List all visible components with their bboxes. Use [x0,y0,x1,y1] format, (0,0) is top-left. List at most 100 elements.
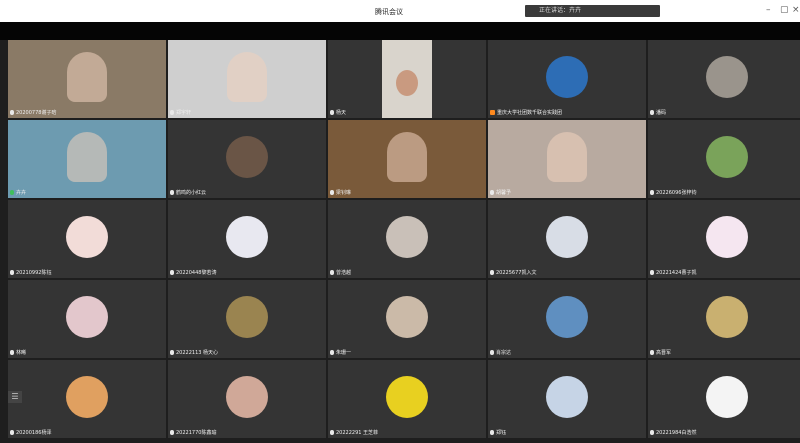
mic-icon [650,350,654,355]
participant-name-label: 朱珊一 [330,349,351,356]
minimize-button[interactable]: – [766,6,771,15]
mic-icon [170,350,174,355]
participant-name: 20221424曹子凯 [656,270,697,276]
participant-name: 20221770陈鑫瑜 [176,430,217,436]
mic-icon [490,190,494,195]
participant-name-label: 杨天 [330,109,346,116]
close-button[interactable]: × [792,6,800,15]
avatar [66,216,108,258]
participant-tile[interactable]: 朱珊一 [328,280,486,358]
participant-name: 20221984白浩然 [656,430,697,436]
mic-icon [330,190,334,195]
raise-hand-icon [490,110,495,115]
maximize-button[interactable]: ▢ [780,6,789,15]
mic-icon [490,270,494,275]
speaking-banner: 正在讲话：卉卉 [525,5,660,17]
mic-icon [170,270,174,275]
participant-name: 肖宗达 [496,350,512,356]
avatar [706,216,748,258]
participant-tile[interactable]: 20220448黎若涛 [168,200,326,278]
participant-name: 朱珊一 [336,350,352,356]
avatar [226,136,268,178]
participant-name: 高晋军 [656,350,672,356]
participant-tile[interactable]: 20200778谢子晗 [8,40,166,118]
participant-name: 郑钰 [496,430,507,436]
avatar [386,376,428,418]
participant-name-label: 20222291 王芝菲 [330,429,378,436]
participant-name: 鹤鸣的小红云 [176,190,207,196]
participant-tile[interactable]: 20222291 王芝菲 [328,360,486,438]
video-feed [382,40,432,118]
participant-tile[interactable]: 20221424曹子凯 [648,200,800,278]
title-bar: 腾讯会议 正在讲话：卉卉 – ▢ × [0,0,800,22]
participant-tile[interactable]: 梁钊琳 [328,120,486,198]
participant-tile[interactable]: 20226096张梓钧 [648,120,800,198]
avatar [226,216,268,258]
participant-tile[interactable]: 20210992陈钰 [8,200,166,278]
participant-tile[interactable]: 郑宇轩 [168,40,326,118]
participant-name: 杨天 [336,110,347,116]
participant-name-label: 鹤鸣的小红云 [170,189,206,196]
participant-tile[interactable]: 20200186杨泽 [8,360,166,438]
participant-name-label: 20221984白浩然 [650,429,696,436]
participant-tile[interactable]: 曾浩越 [328,200,486,278]
participant-name-label: 20210992陈钰 [10,269,51,276]
participant-tile[interactable]: 卉卉 [8,120,166,198]
participant-tile[interactable]: 郑钰 [488,360,646,438]
participant-tile[interactable]: 鹤鸣的小红云 [168,120,326,198]
participant-name: 20220448黎若涛 [176,270,217,276]
mic-icon [330,110,334,115]
participant-tile[interactable]: 潘码 [648,40,800,118]
participant-tile[interactable]: 胡馨予 [488,120,646,198]
participant-name: 卉卉 [16,190,27,196]
video-feed [67,52,107,102]
mic-icon [10,270,14,275]
avatar [706,136,748,178]
participant-name: 20222291 王芝菲 [336,430,379,436]
mic-icon [170,430,174,435]
mic-icon [650,430,654,435]
mic-icon [10,190,14,195]
participant-tile[interactable]: 20221984白浩然 [648,360,800,438]
meeting-top-bar [0,22,800,40]
mic-icon [10,110,14,115]
participant-tile[interactable]: 重庆大学社团数千联合实践团 [488,40,646,118]
participant-tile[interactable]: 20221770陈鑫瑜 [168,360,326,438]
participant-name-label: 20220448黎若涛 [170,269,216,276]
avatar [546,216,588,258]
participant-name: 20210992陈钰 [16,270,52,276]
participant-name: 重庆大学社团数千联合实践团 [497,110,563,116]
avatar [226,296,268,338]
list-toggle-icon[interactable]: ☰ [8,391,22,403]
participant-name-label: 曾浩越 [330,269,351,276]
participant-name: 20200778谢子晗 [16,110,57,116]
participant-tile[interactable]: 肖宗达 [488,280,646,358]
avatar [546,56,588,98]
participant-name-label: 20226096张梓钧 [650,189,696,196]
mic-icon [10,350,14,355]
participant-name-label: 潘码 [650,109,666,116]
video-feed [67,132,107,182]
video-feed [547,132,587,182]
mic-icon [650,190,654,195]
participant-name-label: 高晋军 [650,349,671,356]
participant-name: 郑宇轩 [176,110,192,116]
avatar [386,296,428,338]
participant-name-label: 胡馨予 [490,189,511,196]
mic-icon [650,110,654,115]
participant-name-label: 20222113 杨天心 [170,349,218,356]
avatar [546,296,588,338]
participant-name-label: 梁钊琳 [330,189,351,196]
avatar [66,296,108,338]
mic-icon [170,190,174,195]
participant-tile[interactable]: 高晋军 [648,280,800,358]
participant-tile[interactable]: 20225677凯入文 [488,200,646,278]
participant-name-label: 20225677凯入文 [490,269,536,276]
participant-tile[interactable]: 杨天 [328,40,486,118]
avatar [706,376,748,418]
participant-name-label: 肖宗达 [490,349,511,356]
avatar [66,376,108,418]
participant-tile[interactable]: 20222113 杨天心 [168,280,326,358]
participant-name: 梁钊琳 [336,190,352,196]
participant-tile[interactable]: 林晞 [8,280,166,358]
